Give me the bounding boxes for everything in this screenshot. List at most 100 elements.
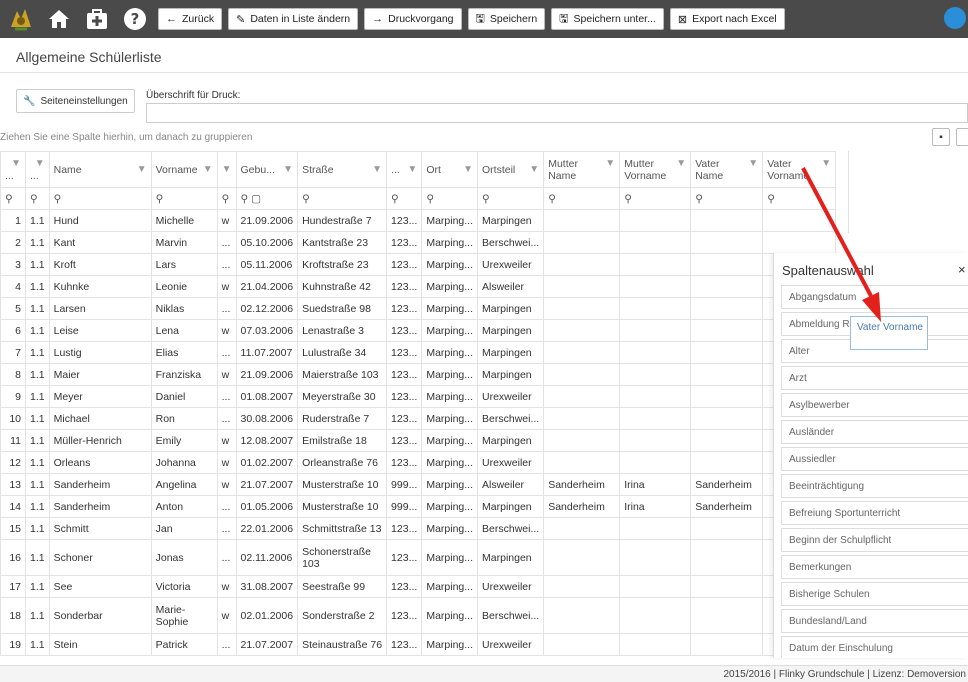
table-cell[interactable]: Hundestraße 7 [297, 209, 388, 232]
table-cell[interactable]: 123... [386, 539, 423, 576]
close-icon[interactable]: × [958, 262, 966, 277]
table-cell[interactable] [762, 209, 837, 232]
table-cell[interactable]: Marpingen [477, 297, 545, 320]
column-chooser-item[interactable]: Abgangsdatum [781, 285, 968, 309]
table-cell[interactable]: Marping... [421, 407, 479, 430]
table-cell[interactable]: 02.11.2006 [235, 539, 299, 576]
filter-icon[interactable]: ▼ [529, 164, 539, 176]
table-cell[interactable] [690, 363, 764, 386]
table-cell[interactable]: 1.1 [25, 451, 50, 474]
table-cell[interactable]: 1.1 [25, 253, 50, 276]
table-cell[interactable]: Kroftstraße 23 [297, 253, 388, 276]
table-cell[interactable]: 01.05.2006 [235, 495, 299, 518]
table-row[interactable]: 13 1.1 Sanderheim Angelina w 21.07.2007 Muster… [0, 473, 837, 496]
table-cell[interactable]: Irina [619, 473, 692, 496]
table-cell[interactable]: Müller-Henrich [48, 429, 152, 452]
table-cell[interactable]: Urexweiler [477, 451, 545, 474]
table-cell[interactable]: 21.04.2006 [235, 275, 299, 298]
table-cell[interactable]: Meyer [48, 385, 152, 408]
filter-icon[interactable]: ▼ [222, 164, 232, 176]
table-cell[interactable]: 4 [0, 275, 26, 298]
column-chooser-item[interactable]: Befreiung Sportunterricht [781, 501, 968, 525]
table-cell[interactable]: Urexweiler [477, 253, 545, 276]
table-cell[interactable]: Urexweiler [477, 633, 545, 656]
table-cell[interactable] [619, 341, 692, 364]
table-cell[interactable]: 01.02.2007 [235, 451, 299, 474]
teamviewer-icon[interactable] [944, 7, 966, 29]
table-cell[interactable]: Leonie [150, 275, 218, 298]
column-chooser-item[interactable]: Beeinträchtigung [781, 474, 968, 498]
first-aid-kit-icon[interactable] [80, 2, 114, 36]
table-cell[interactable]: Marpingen [477, 363, 545, 386]
table-cell[interactable]: Kuhnke [48, 275, 152, 298]
table-cell[interactable] [762, 231, 837, 254]
table-cell[interactable]: Musterstraße 10 [297, 473, 388, 496]
column-header[interactable]: ▼ Mutter Vorname [619, 151, 692, 188]
table-cell[interactable]: Berschwei... [477, 231, 545, 254]
column-chooser-item[interactable]: Aussiedler [781, 447, 968, 471]
column-header[interactable]: ▼... [25, 151, 50, 188]
table-cell[interactable]: 14 [0, 495, 26, 518]
table-cell[interactable]: w [216, 209, 237, 232]
table-cell[interactable]: ... [216, 495, 237, 518]
table-cell[interactable]: 1.1 [25, 231, 50, 254]
table-cell[interactable]: 8 [0, 363, 26, 386]
table-cell[interactable]: 1.1 [25, 473, 50, 496]
table-cell[interactable]: Jan [150, 517, 218, 540]
table-cell[interactable] [543, 319, 621, 342]
grid-menu-icon[interactable] [956, 128, 968, 146]
filter-icon[interactable]: ▼ [748, 158, 758, 170]
filter-icon[interactable]: ▼ [372, 164, 382, 176]
table-cell[interactable]: Johanna [150, 451, 218, 474]
column-chooser-item[interactable]: Beginn der Schulpflicht [781, 528, 968, 552]
column-header[interactable]: ▼ Vorname [150, 151, 218, 188]
table-cell[interactable]: 123... [386, 231, 423, 254]
table-row[interactable]: 10 1.1 Michael Ron... 30.08.2006 Ruderstraße … [0, 407, 837, 430]
table-cell[interactable]: 07.03.2006 [235, 319, 299, 342]
column-chooser-item[interactable]: Bemerkungen [781, 555, 968, 579]
table-cell[interactable]: Maierstraße 103 [297, 363, 388, 386]
search-filter-cell[interactable]: ⚲ [150, 187, 218, 210]
table-cell[interactable] [619, 407, 692, 430]
table-cell[interactable]: Marping... [421, 275, 479, 298]
table-cell[interactable] [619, 253, 692, 276]
table-cell[interactable]: Berschwei... [477, 407, 545, 430]
table-cell[interactable]: 1.1 [25, 341, 50, 364]
table-cell[interactable]: 10 [0, 407, 26, 430]
column-header[interactable]: ▼ [216, 151, 237, 188]
table-cell[interactable]: Maier [48, 363, 152, 386]
table-cell[interactable]: 123... [386, 451, 423, 474]
table-cell[interactable]: Marping... [421, 539, 479, 576]
table-cell[interactable]: 999... [386, 495, 423, 518]
table-cell[interactable] [619, 363, 692, 386]
table-cell[interactable]: 1.1 [25, 633, 50, 656]
table-row[interactable]: 6 1.1 Leise Lena w 07.03.2006 Lenastraße 3 123.… [0, 319, 837, 342]
table-cell[interactable]: 123... [386, 297, 423, 320]
table-row[interactable]: 3 1.1 Kroft Lars... 05.11.2006 Kroftstraße 23… [0, 253, 837, 276]
table-cell[interactable] [543, 297, 621, 320]
table-cell[interactable] [619, 517, 692, 540]
table-cell[interactable] [543, 539, 621, 576]
back-button[interactable]: ← Zurück [158, 8, 223, 30]
table-cell[interactable] [619, 275, 692, 298]
export-icon[interactable]: ▪ [932, 128, 950, 146]
table-cell[interactable]: 12 [0, 451, 26, 474]
table-cell[interactable]: Lulustraße 34 [297, 341, 388, 364]
search-filter-cell[interactable]: ⚲ [421, 187, 479, 210]
table-cell[interactable]: Marvin [150, 231, 218, 254]
table-cell[interactable]: 123... [386, 319, 423, 342]
table-cell[interactable]: 21.07.2007 [235, 633, 299, 656]
table-row[interactable]: 9 1.1 Meyer Daniel... 01.08.2007 Meyerstraße … [0, 385, 837, 408]
save-button[interactable]: 🖫 Speichern [467, 8, 546, 30]
column-chooser-item[interactable]: Ausländer [781, 420, 968, 444]
column-header[interactable]: ▼ Straße [297, 151, 388, 188]
table-row[interactable]: 15 1.1 Schmitt Jan... 22.01.2006 Schmittstraß… [0, 517, 837, 540]
table-cell[interactable] [619, 209, 692, 232]
table-cell[interactable]: 1.1 [25, 385, 50, 408]
table-cell[interactable] [690, 575, 764, 598]
table-cell[interactable] [690, 341, 764, 364]
table-cell[interactable]: 123... [386, 517, 423, 540]
help-icon[interactable]: ? [118, 2, 152, 36]
table-cell[interactable]: Jonas [150, 539, 218, 576]
table-cell[interactable] [619, 385, 692, 408]
